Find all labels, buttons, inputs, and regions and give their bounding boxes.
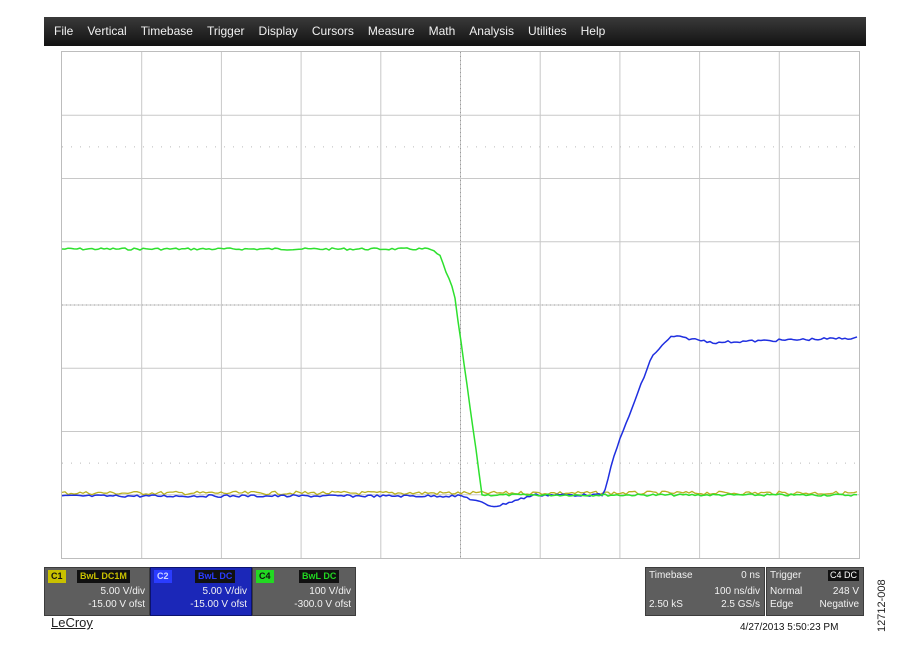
trigger-source: C4 DC <box>827 570 859 581</box>
channel-c2-descriptor[interactable]: C2 BwL DC 5.00 V/div -15.00 V ofst <box>150 567 252 616</box>
channel-c1-offset: -15.00 V ofst <box>88 599 145 610</box>
channel-c4-vdiv: 100 V/div <box>309 586 351 597</box>
waveform-plot: C8 <box>62 52 859 558</box>
figure-id: 12712-008 <box>876 579 888 632</box>
channel-c1-label: C1 <box>48 570 66 583</box>
graticule <box>62 52 859 558</box>
trigger-mode: Normal <box>770 586 803 597</box>
timebase-samples: 2.50 kS <box>649 599 683 610</box>
timebase-title: Timebase <box>649 570 693 581</box>
brand-logo: LeCroy <box>51 615 93 630</box>
timebase-descriptor[interactable]: Timebase 0 ns 100 ns/div 2.50 kS 2.5 GS/… <box>645 567 765 616</box>
menu-item-utilities[interactable]: Utilities <box>521 17 574 46</box>
channel-c4-label: C4 <box>256 570 274 583</box>
timebase-rate: 2.5 GS/s <box>721 599 760 610</box>
trigger-title: Trigger <box>770 570 802 581</box>
trace-c2 <box>62 335 858 508</box>
trigger-slope: Negative <box>819 599 859 610</box>
trace-c4 <box>62 247 858 497</box>
waveform-display[interactable]: C8 <box>61 51 860 559</box>
channel-c1-descriptor[interactable]: C1 BwL DC1M 5.00 V/div -15.00 V ofst <box>44 567 150 616</box>
channel-c2-tag: BwL DC <box>195 570 236 583</box>
channel-c4-tag: BwL DC <box>299 570 340 583</box>
channel-c2-offset: -15.00 V ofst <box>190 599 247 610</box>
channel-c1-tag: BwL DC1M <box>77 570 130 583</box>
menu-item-math[interactable]: Math <box>422 17 463 46</box>
menu-item-trigger[interactable]: Trigger <box>200 17 252 46</box>
menu-item-vertical[interactable]: Vertical <box>80 17 133 46</box>
channel-c2-label: C2 <box>154 570 172 583</box>
menu-bar: File Vertical Timebase Trigger Display Cursor… <box>44 17 866 46</box>
menu-item-help[interactable]: Help <box>574 17 613 46</box>
capture-datetime: 4/27/2013 5:50:23 PM <box>740 622 839 633</box>
menu-item-file[interactable]: File <box>44 17 80 46</box>
menu-item-cursors[interactable]: Cursors <box>305 17 361 46</box>
menu-item-analysis[interactable]: Analysis <box>462 17 521 46</box>
menu-item-measure[interactable]: Measure <box>361 17 422 46</box>
trigger-type: Edge <box>770 599 794 610</box>
trigger-level: 248 V <box>832 586 859 597</box>
menu-item-display[interactable]: Display <box>252 17 305 46</box>
channel-c4-offset: -300.0 V ofst <box>294 599 351 610</box>
trigger-descriptor[interactable]: Trigger C4 DC Normal 248 V Edge Negative <box>766 567 864 616</box>
menu-item-timebase[interactable]: Timebase <box>134 17 200 46</box>
channel-c2-vdiv: 5.00 V/div <box>202 586 247 597</box>
timebase-delay: 0 ns <box>741 570 760 581</box>
channel-c1-vdiv: 5.00 V/div <box>100 586 145 597</box>
timebase-per-div: 100 ns/div <box>714 586 760 597</box>
channel-c4-descriptor[interactable]: C4 BwL DC 100 V/div -300.0 V ofst <box>252 567 356 616</box>
